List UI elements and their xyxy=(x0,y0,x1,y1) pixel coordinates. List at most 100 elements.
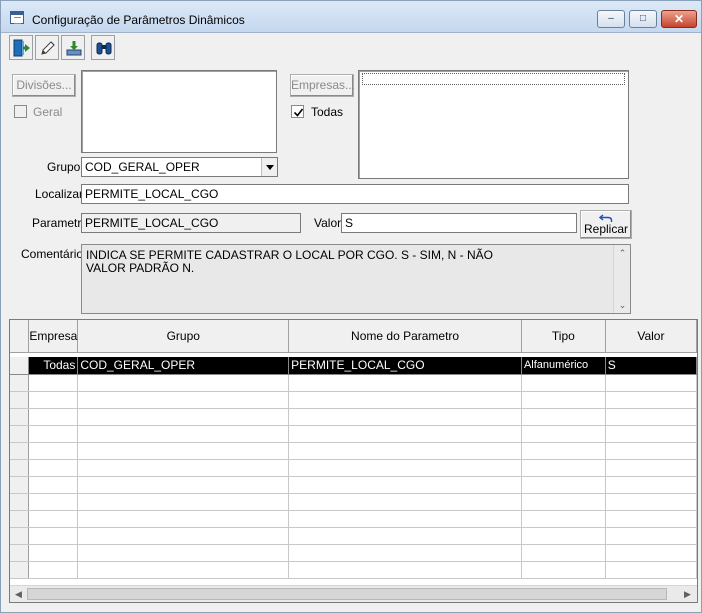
table-row[interactable] xyxy=(10,493,697,511)
grid-cell[interactable] xyxy=(28,510,79,528)
grid-cell[interactable] xyxy=(28,408,79,426)
table-row[interactable] xyxy=(10,459,697,477)
row-indicator[interactable] xyxy=(10,459,30,477)
grid-cell[interactable] xyxy=(28,391,79,409)
grid-cell[interactable] xyxy=(28,493,79,511)
grid-cell[interactable] xyxy=(521,544,606,562)
table-row[interactable] xyxy=(10,544,697,562)
grid-cell[interactable] xyxy=(77,425,290,443)
table-row[interactable] xyxy=(10,442,697,460)
grid-cell[interactable] xyxy=(521,459,606,477)
row-indicator[interactable] xyxy=(10,510,30,528)
grid-hscrollbar[interactable]: ◀ ▶ xyxy=(10,585,697,602)
divisoes-button[interactable]: Divisões... xyxy=(12,74,76,97)
col-tipo[interactable]: Tipo xyxy=(521,320,606,353)
row-indicator[interactable] xyxy=(10,425,30,443)
scroll-down-icon[interactable]: ⌄ xyxy=(614,297,631,313)
edit-button[interactable] xyxy=(35,35,59,60)
todas-checkbox[interactable] xyxy=(291,105,304,118)
grid-cell[interactable] xyxy=(288,493,522,511)
table-row[interactable] xyxy=(10,374,697,392)
valor-input[interactable]: S xyxy=(341,213,577,233)
minimize-button[interactable]: – xyxy=(597,10,625,28)
grid-cell[interactable] xyxy=(521,391,606,409)
col-grupo[interactable]: Grupo xyxy=(77,320,290,353)
row-indicator[interactable] xyxy=(10,391,30,409)
grid-cell[interactable] xyxy=(77,510,290,528)
table-row[interactable] xyxy=(10,425,697,443)
grid-cell[interactable] xyxy=(77,493,290,511)
cell-nome[interactable]: PERMITE_LOCAL_CGO xyxy=(288,357,522,375)
grid-cell[interactable] xyxy=(28,476,79,494)
geral-checkbox[interactable] xyxy=(14,105,27,118)
cell-tipo[interactable]: Alfanumérico xyxy=(521,357,606,375)
grid-cell[interactable] xyxy=(521,425,606,443)
grid-cell[interactable] xyxy=(288,561,522,579)
grid-cell[interactable] xyxy=(28,459,79,477)
grid-cell[interactable] xyxy=(605,561,697,579)
grid-cell[interactable] xyxy=(605,459,697,477)
grid-cell[interactable] xyxy=(521,510,606,528)
grid-cell[interactable] xyxy=(521,561,606,579)
grid-cell[interactable] xyxy=(288,442,522,460)
grid-cell[interactable] xyxy=(605,442,697,460)
row-indicator[interactable] xyxy=(10,357,30,375)
grid-cell[interactable] xyxy=(605,391,697,409)
grid-cell[interactable] xyxy=(77,408,290,426)
grid-cell[interactable] xyxy=(605,374,697,392)
col-valor[interactable]: Valor xyxy=(605,320,697,353)
grid-cell[interactable] xyxy=(605,476,697,494)
cell-grupo[interactable]: COD_GERAL_OPER xyxy=(77,357,290,375)
grid-cell[interactable] xyxy=(521,493,606,511)
table-row[interactable]: Todas COD_GERAL_OPER PERMITE_LOCAL_CGO A… xyxy=(10,357,697,375)
grid-cell[interactable] xyxy=(28,527,79,545)
grid-cell[interactable] xyxy=(605,493,697,511)
row-indicator[interactable] xyxy=(10,442,30,460)
grupo-combo[interactable]: COD_GERAL_OPER xyxy=(81,157,278,177)
scroll-thumb[interactable] xyxy=(27,588,667,600)
grid-cell[interactable] xyxy=(77,561,290,579)
grid-cell[interactable] xyxy=(288,544,522,562)
replicar-button[interactable]: Replicar xyxy=(580,210,632,239)
grid-cell[interactable] xyxy=(77,476,290,494)
row-indicator[interactable] xyxy=(10,544,30,562)
grid-cell[interactable] xyxy=(77,459,290,477)
grid-cell[interactable] xyxy=(288,425,522,443)
grid-cell[interactable] xyxy=(288,476,522,494)
grid-cell[interactable] xyxy=(605,527,697,545)
exit-button[interactable] xyxy=(9,35,33,60)
grid-cell[interactable] xyxy=(521,527,606,545)
comentarios-memo[interactable]: INDICA SE PERMITE CADASTRAR O LOCAL POR … xyxy=(81,244,631,314)
row-indicator[interactable] xyxy=(10,476,30,494)
grid-cell[interactable] xyxy=(28,425,79,443)
empresas-button[interactable]: Empresas... xyxy=(290,74,355,97)
grid-cell[interactable] xyxy=(77,442,290,460)
table-row[interactable] xyxy=(10,408,697,426)
grid-cell[interactable] xyxy=(28,442,79,460)
close-button[interactable]: ✕ xyxy=(661,10,697,28)
divisoes-list[interactable] xyxy=(81,70,277,153)
row-indicator[interactable] xyxy=(10,374,30,392)
grid-cell[interactable] xyxy=(77,374,290,392)
row-indicator[interactable] xyxy=(10,527,30,545)
save-button[interactable] xyxy=(61,35,85,60)
grid-cell[interactable] xyxy=(288,459,522,477)
grid-cell[interactable] xyxy=(605,544,697,562)
grid-cell[interactable] xyxy=(605,510,697,528)
grid-cell[interactable] xyxy=(28,561,79,579)
comentarios-scrollbar[interactable]: ⌃ ⌄ xyxy=(613,245,630,313)
grid-cell[interactable] xyxy=(77,391,290,409)
scroll-up-icon[interactable]: ⌃ xyxy=(614,245,631,261)
grid-cell[interactable] xyxy=(288,374,522,392)
table-row[interactable] xyxy=(10,561,697,579)
row-indicator[interactable] xyxy=(10,408,30,426)
grid-cell[interactable] xyxy=(288,391,522,409)
grid-cell[interactable] xyxy=(605,425,697,443)
row-indicator[interactable] xyxy=(10,493,30,511)
grid-cell[interactable] xyxy=(288,510,522,528)
table-row[interactable] xyxy=(10,391,697,409)
scroll-right-icon[interactable]: ▶ xyxy=(679,586,696,602)
grid-cell[interactable] xyxy=(521,408,606,426)
find-button[interactable] xyxy=(91,35,115,60)
grid-cell[interactable] xyxy=(521,476,606,494)
